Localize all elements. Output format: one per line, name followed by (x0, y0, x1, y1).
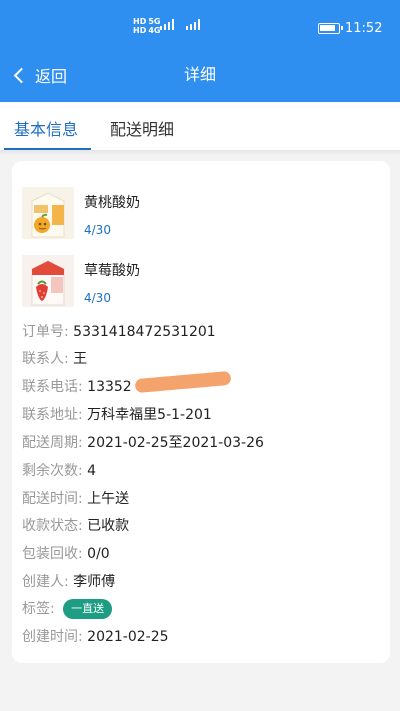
address-value: 万科幸福里5-1-201 (87, 407, 212, 423)
payment-status-value: 已收款 (87, 518, 130, 534)
status-time: 11:52 (345, 21, 383, 36)
payment-status-row: 收款状态: 已收款 (22, 516, 129, 536)
product-name: 草莓酸奶 (84, 263, 140, 279)
phone-value[interactable]: 13352 (87, 379, 132, 395)
remaining-count-row: 剩余次数: 4 (22, 461, 96, 481)
address-row: 联系地址: 万科幸福里5-1-201 (22, 405, 212, 425)
redaction-mark (134, 370, 232, 394)
order-number-label: 订单号: (22, 324, 69, 340)
created-time-row: 创建时间: 2021-02-25 (22, 627, 169, 647)
product-quantity: 4/30 (84, 223, 111, 237)
delivery-time-value: 上午送 (87, 491, 130, 507)
creator-row: 创建人: 李师傅 (22, 572, 115, 592)
package-recycle-row: 包装回收: 0/0 (22, 544, 110, 564)
tab-basic-info[interactable]: 基本信息 (14, 116, 78, 140)
tag-row: 标签: 一直送 (22, 599, 113, 619)
yellow-peach-yogurt-icon (22, 187, 74, 239)
battery-icon (318, 23, 343, 34)
phone-row: 联系电话: 13352 (22, 377, 132, 397)
contact-row: 联系人: 王 (22, 349, 87, 369)
delivery-time-label: 配送时间: (22, 491, 83, 507)
payment-status-label: 收款状态: (22, 518, 83, 534)
product-quantity: 4/30 (84, 291, 111, 305)
remaining-count-value: 4 (87, 463, 97, 479)
delivery-period-label: 配送周期: (22, 435, 83, 451)
package-recycle-label: 包装回收: (22, 546, 83, 562)
signal-icon (160, 19, 174, 30)
page-title: 详细 (183, 65, 216, 84)
delivery-period-row: 配送周期: 2021-02-25至2021-03-26 (22, 433, 264, 453)
divider (0, 150, 400, 156)
product-item: 草莓酸奶 4/30 (22, 255, 362, 307)
package-recycle-value: 0/0 (87, 546, 110, 562)
created-time-value: 2021-02-25 (87, 629, 169, 645)
network-indicator: HD 5G HD 4G (133, 17, 161, 35)
tag-label: 标签: (22, 601, 55, 617)
creator-value: 李师傅 (73, 574, 116, 590)
tag-badge: 一直送 (63, 599, 113, 619)
creator-label: 创建人: (22, 574, 69, 590)
phone-label: 联系电话: (22, 379, 83, 395)
tab-bar: 基本信息 配送明细 (0, 102, 400, 150)
status-bar: HD 5G HD 4G 11:52 (0, 0, 400, 46)
order-detail-card: 黄桃酸奶 4/30 草莓酸奶 4/30 订单号: 533141847253120… (12, 161, 390, 663)
signal-icon (186, 19, 200, 30)
product-item: 黄桃酸奶 4/30 (22, 187, 362, 239)
remaining-count-label: 剩余次数: (22, 463, 83, 479)
app-header: HD 5G HD 4G 11:52 返回 详细 (0, 0, 400, 102)
strawberry-yogurt-icon (22, 255, 74, 307)
delivery-period-value: 2021-02-25至2021-03-26 (87, 435, 264, 451)
created-time-label: 创建时间: (22, 629, 83, 645)
order-number-value: 5331418472531201 (73, 324, 216, 340)
address-label: 联系地址: (22, 407, 83, 423)
delivery-time-row: 配送时间: 上午送 (22, 489, 129, 509)
contact-label: 联系人: (22, 351, 69, 367)
product-name: 黄桃酸奶 (84, 195, 140, 211)
tab-delivery-details[interactable]: 配送明细 (110, 116, 174, 140)
contact-value: 王 (73, 351, 88, 367)
order-number-row: 订单号: 5331418472531201 (22, 322, 216, 342)
